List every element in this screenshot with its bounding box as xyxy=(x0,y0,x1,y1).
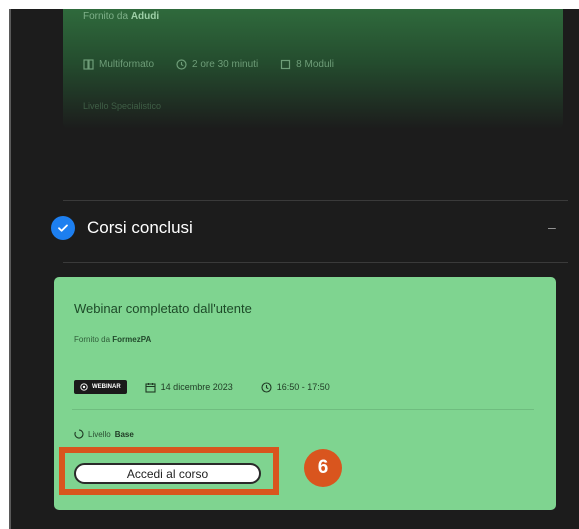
access-course-button[interactable]: Accedi al corso xyxy=(74,463,261,484)
duration-item: 2 ore 30 minuti xyxy=(176,59,258,70)
divider xyxy=(63,200,568,201)
modules-icon xyxy=(281,59,291,70)
date-item: 14 dicembre 2023 xyxy=(145,382,233,393)
time-item: 16:50 - 17:50 xyxy=(261,381,330,393)
course-title[interactable]: Webinar completato dall'utente xyxy=(74,301,252,316)
previous-course-card[interactable]: Fornito da Adudi Multiformato 2 ore 30 m… xyxy=(63,9,563,129)
panel-border xyxy=(9,9,11,529)
check-circle-icon xyxy=(51,216,75,240)
level-icon xyxy=(74,429,84,439)
divider xyxy=(63,262,568,263)
webinar-icon xyxy=(80,383,88,391)
previous-course-meta: Multiformato 2 ore 30 minuti 8 Moduli xyxy=(83,59,334,70)
previous-course-level: Livello Specialistico xyxy=(83,101,162,111)
section-title: Corsi conclusi xyxy=(87,218,193,237)
format-item: Multiformato xyxy=(83,59,154,70)
modules-item: 8 Moduli xyxy=(280,59,334,70)
previous-course-provider: Fornito da Adudi xyxy=(83,11,160,22)
step-marker: 6 xyxy=(304,449,342,487)
calendar-icon xyxy=(145,382,156,393)
clock-icon xyxy=(261,381,272,393)
card-divider xyxy=(72,409,534,410)
format-icon xyxy=(83,59,94,70)
clock-icon xyxy=(176,59,187,70)
collapse-button[interactable]: – xyxy=(548,219,556,235)
course-provider: Fornito da FormezPA xyxy=(74,335,152,344)
completed-courses-header[interactable]: Corsi conclusi xyxy=(51,216,193,240)
webinar-badge: WEBINAR xyxy=(74,380,127,394)
course-level: Livello Base xyxy=(74,429,134,439)
course-meta: WEBINAR 14 dicembre 2023 16:50 - 17:50 xyxy=(74,380,330,394)
